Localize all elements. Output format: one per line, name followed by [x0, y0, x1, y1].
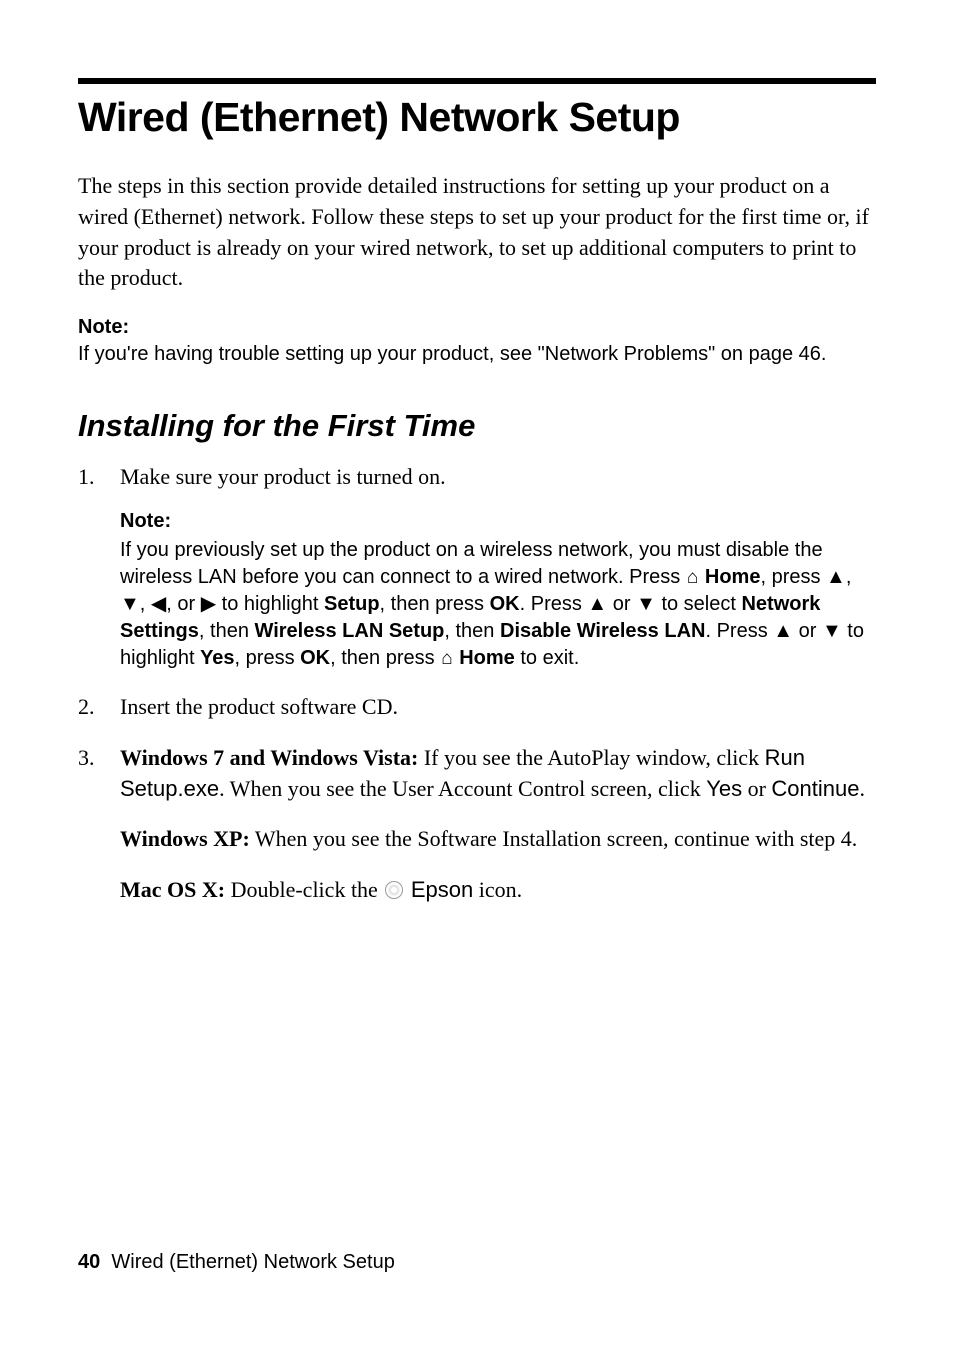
disable-wlan-label: Disable Wireless LAN — [500, 620, 705, 642]
note-text: If you're having trouble setting up your… — [78, 341, 876, 368]
home-icon: ⌂ — [441, 646, 452, 672]
home-label: Home — [705, 566, 761, 588]
page-title: Wired (Ethernet) Network Setup — [78, 94, 876, 141]
step-1-note-text: If you previously set up the product on … — [120, 537, 876, 672]
top-rule — [78, 78, 876, 84]
subnote-mid2: , then press — [380, 593, 490, 615]
home-label-2: Home — [459, 647, 515, 669]
intro-paragraph: The steps in this section provide detail… — [78, 171, 876, 294]
yes-label: Yes — [200, 647, 234, 669]
page-number: 40 — [78, 1251, 100, 1273]
step-3-xp: Windows XP: When you see the Software In… — [120, 824, 876, 855]
yes-btn-label: Yes — [706, 776, 742, 801]
mac-text2: icon. — [473, 877, 522, 902]
subnote-mid4: , then — [199, 620, 255, 642]
step-3-win7: Windows 7 and Windows Vista: If you see … — [120, 743, 876, 805]
home-icon: ⌂ — [687, 565, 698, 591]
step-1-note: Note: If you previously set up the produ… — [120, 507, 876, 672]
mac-text1: Double-click the — [225, 877, 383, 902]
mac-label: Mac OS X: — [120, 877, 225, 902]
disc-icon — [385, 881, 403, 899]
step-3-mac: Mac OS X: Double-click the Epson icon. — [120, 875, 876, 906]
subnote-mid8: , then press — [330, 647, 440, 669]
win7-label: Windows 7 and Windows Vista: — [120, 745, 418, 770]
page-footer: 40 Wired (Ethernet) Network Setup — [78, 1251, 395, 1274]
win7-text3: or — [742, 776, 771, 801]
step-3: Windows 7 and Windows Vista: If you see … — [78, 743, 876, 906]
ok-label-2: OK — [300, 647, 330, 669]
step-3-body: Windows 7 and Windows Vista: If you see … — [120, 743, 876, 906]
win7-text1: If you see the AutoPlay window, click — [418, 745, 764, 770]
subnote-mid7: , press — [235, 647, 301, 669]
steps-list: Make sure your product is turned on. Not… — [78, 462, 876, 906]
setup-label: Setup — [324, 593, 380, 615]
subnote-mid5: , then — [444, 620, 500, 642]
footer-title: Wired (Ethernet) Network Setup — [111, 1251, 394, 1273]
step-1-note-heading: Note: — [120, 507, 876, 535]
win7-text4: . — [860, 776, 866, 801]
step-1: Make sure your product is turned on. Not… — [78, 462, 876, 672]
step-1-text: Make sure your product is turned on. — [120, 462, 876, 493]
xp-text: When you see the Software Installation s… — [250, 826, 857, 851]
subnote-mid3: . Press ▲ or ▼ to select — [520, 593, 742, 615]
note-heading: Note: — [78, 316, 876, 339]
epson-label: Epson — [411, 877, 473, 902]
step-2: Insert the product software CD. — [78, 692, 876, 723]
subnote-end: to exit. — [515, 647, 579, 669]
win7-text2: . When you see the User Account Control … — [219, 776, 706, 801]
continue-btn-label: Continue — [771, 776, 859, 801]
xp-label: Windows XP: — [120, 826, 250, 851]
step-2-text: Insert the product software CD. — [120, 692, 876, 723]
wlan-setup-label: Wireless LAN Setup — [255, 620, 445, 642]
section-title: Installing for the First Time — [78, 408, 876, 444]
ok-label-1: OK — [490, 593, 520, 615]
